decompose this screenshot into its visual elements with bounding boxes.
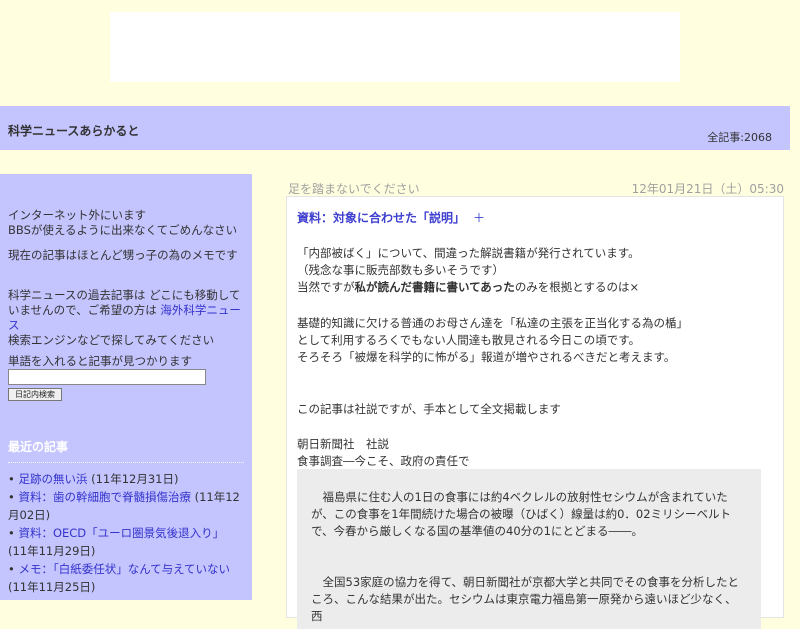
- recent-article-link[interactable]: 資料：OECD「ユーロ圏景気後退入り」: [18, 526, 224, 540]
- article-paragraph: 朝日新聞社 社説 食事調査―今こそ、政府の責任で: [297, 436, 775, 470]
- recent-articles-heading: 最近の記事: [8, 440, 69, 454]
- paragraph-line: 朝日新聞社 社説: [297, 437, 389, 451]
- recent-article-date: (11年12月31日): [87, 472, 179, 486]
- quote-paragraph: 全国53家庭の協力を得て、朝日新聞社が京都大学と共同でその食事を分析したところ、…: [311, 575, 740, 623]
- paragraph-line: 基礎的知識に欠ける普通のお母さん達を「私達の主張を正当化する為の楯」: [297, 316, 688, 330]
- total-articles-count: 全記事:2068: [707, 131, 772, 144]
- bullet-icon: •: [8, 562, 19, 576]
- site-title[interactable]: 科学ニュースあらかると: [8, 122, 139, 139]
- list-item: • 資料：歯の幹細胞で脊髄損傷治療 (11年12月02日): [8, 488, 244, 524]
- bullet-icon: •: [8, 472, 19, 486]
- diary-search-button[interactable]: 日記内検索: [8, 388, 62, 401]
- quote-paragraph: 福島県に住む人の1日の食事には約4ベクレルの放射性セシウムが含まれていたが、この…: [311, 490, 732, 538]
- article-title: 資料：対象に合わせた「説明」 ＋: [297, 209, 485, 226]
- sidebar: インターネット外にいます BBSが使えるように出来なくてごめんなさい 現在の記事…: [0, 174, 252, 600]
- search-input[interactable]: [8, 369, 206, 385]
- article-container: 資料：対象に合わせた「説明」 ＋ 「内部被ばく」について、間違った解説書籍が発行さ…: [286, 196, 784, 629]
- paragraph-line: 食事調査―今こそ、政府の責任で: [297, 454, 470, 468]
- bold-text: 私が読んだ書籍に書いてあった: [354, 280, 515, 294]
- recent-article-link[interactable]: メモ：「白紙委任状」なんて与えていない: [18, 562, 230, 576]
- paragraph-line: 「内部被ばく」について、間違った解説書籍が発行されています。: [297, 246, 640, 260]
- ad-banner[interactable]: [110, 12, 680, 82]
- memo-text: 現在の記事はほとんど甥っ子の為のメモです: [8, 248, 238, 262]
- notice-line: インターネット外にいます: [8, 208, 146, 222]
- sidebar-notice: インターネット外にいます BBSが使えるように出来なくてごめんなさい: [0, 208, 252, 238]
- blog-subheading: 足を踏まないでください: [288, 182, 420, 196]
- recent-articles-list: • 足跡の無い浜 (11年12月31日) • 資料：歯の幹細胞で脊髄損傷治療 (…: [8, 470, 244, 596]
- text-segment: のみを根拠とするのは×: [514, 280, 640, 294]
- list-item: • 足跡の無い浜 (11年12月31日): [8, 470, 244, 488]
- divider: [8, 462, 244, 463]
- past-articles-text: 科学ニュースの過去記事は どこにも移動していませんので、ご希望の方は 海外科学ニ…: [0, 288, 252, 333]
- recent-article-date: (11年11月29日): [8, 544, 96, 558]
- article-paragraph: 「内部被ばく」について、間違った解説書籍が発行されています。 （残念な事に販売部…: [297, 245, 775, 296]
- list-item: • メモ：「白紙委任状」なんて与えていない (11年11月25日): [8, 560, 244, 596]
- quoted-editorial: 福島県に住む人の1日の食事には約4ベクレルの放射性セシウムが含まれていたが、この…: [297, 469, 761, 629]
- sidebar-memo: 現在の記事はほとんど甥っ子の為のメモです: [0, 248, 252, 263]
- paragraph-line: （残念な事に販売部数も多いそうです）: [297, 263, 504, 277]
- article-title-link[interactable]: 資料：対象に合わせた「説明」: [297, 211, 465, 225]
- post-date: 12年01月21日（土）05:30: [631, 182, 784, 196]
- paragraph-line: この記事は社説ですが、手本として全文掲載します: [297, 402, 561, 416]
- list-item: • 資料：OECD「ユーロ圏景気後退入り」 (11年11月29日): [8, 524, 244, 560]
- paragraph-line: そろそろ「被爆を科学的に怖がる」報道が増やされるべきだと考えます。: [297, 350, 676, 364]
- past-text-after: 検索エンジンなどで探してみてください: [8, 333, 215, 347]
- notice-line: BBSが使えるように出来なくてごめんなさい: [8, 223, 238, 237]
- blog-header: 科学ニュースあらかると 全記事:2068: [0, 106, 790, 150]
- bullet-icon: •: [8, 490, 19, 504]
- recent-article-link[interactable]: 資料：歯の幹細胞で脊髄損傷治療: [18, 490, 191, 504]
- paragraph-line: 当然ですが私が読んだ書籍に書いてあったのみを根拠とするのは×: [297, 279, 775, 296]
- article-paragraph: 基礎的知識に欠ける普通のお母さん達を「私達の主張を正当化する為の楯」 として利用…: [297, 315, 775, 366]
- recent-article-link[interactable]: 足跡の無い浜: [18, 472, 87, 486]
- plus-icon[interactable]: ＋: [473, 211, 485, 225]
- sidebar-past-articles: 科学ニュースの過去記事は どこにも移動していませんので、ご希望の方は 海外科学ニ…: [0, 288, 252, 348]
- recent-article-date: (11年11月25日): [8, 580, 96, 594]
- article-paragraph: この記事は社説ですが、手本として全文掲載します: [297, 401, 775, 418]
- search-label: 単語を入れると記事が見つかります: [8, 354, 192, 368]
- bullet-icon: •: [8, 526, 19, 540]
- text-segment: 当然ですが: [297, 280, 355, 294]
- paragraph-line: として利用するろくでもない人間達も散見される今日この頃です。: [297, 333, 641, 347]
